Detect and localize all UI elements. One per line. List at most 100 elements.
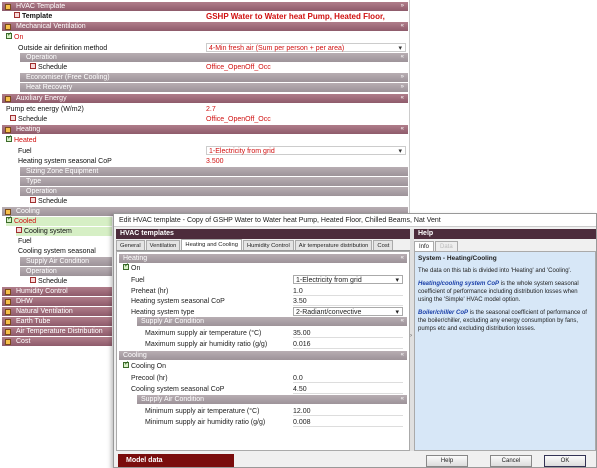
cooled-check[interactable]: Cooled [6,215,112,226]
tab-heating-cooling[interactable]: Heating and Cooling [181,239,242,250]
section-label: Mechanical Ventilation [16,23,86,30]
tab-general[interactable]: General [116,240,145,250]
section-cost[interactable]: Cost [2,337,112,346]
pump-energy-value[interactable]: 2.7 [206,105,216,114]
collapse-icon[interactable]: « [401,22,404,31]
folder-icon [5,319,11,325]
aux-schedule-value[interactable]: Office_OpenOff_Occ [206,115,271,124]
sub-operation[interactable]: Operation « [20,53,408,62]
tab-data[interactable]: Data [435,241,458,251]
section-mechanical-ventilation[interactable]: Mechanical Ventilation « [2,22,408,31]
heating-type-dropdown[interactable]: 2-Radiant/convective [293,307,403,317]
heating-header[interactable]: Heating « [119,254,407,263]
sub-economiser[interactable]: Economiser (Free Cooling) » [20,73,408,82]
min-temp-input[interactable]: 12.00 [293,407,403,416]
cancel-button[interactable]: Cancel [490,455,532,467]
oa-method-dropdown[interactable]: 4-Min fresh air (Sum per person + per ar… [206,43,406,52]
collapse-icon[interactable]: « [401,53,404,62]
heating-header-label: Heating [123,255,148,262]
folder-icon [5,299,11,305]
tab-ventilation[interactable]: Ventilation [145,240,181,250]
checkbox-icon[interactable] [6,134,12,143]
ok-button[interactable]: OK [544,455,586,467]
min-temp-label: Minimum supply air temperature (°C) [145,408,260,415]
checkbox-icon[interactable] [123,262,129,271]
help-paragraph: Heating/cooling system CoP is the whole … [418,280,592,304]
cooling-cop-input[interactable]: 4.50 [293,385,403,394]
bg-fuel-dropdown[interactable]: 1-Electricity from grid ▾ [206,146,406,155]
checkbox-icon[interactable] [123,360,129,369]
mv-on-check[interactable]: On [6,31,23,42]
subheader-label: Supply Air Condition [141,318,205,325]
fuel-dropdown[interactable]: 1-Electricity from grid [293,275,403,285]
collapse-icon[interactable]: » [401,83,404,92]
section-label: Natural Ventilation [16,308,73,315]
template-row: Template [14,12,52,21]
cooling-supply-air-header[interactable]: Supply Air Condition « [137,395,407,404]
sub-sizing[interactable]: Sizing Zone Equipment [20,167,408,176]
bg-fuel-value: 1-Electricity from grid [209,148,275,155]
checkbox-icon[interactable] [6,31,12,40]
preheat-input[interactable]: 1.0 [293,287,403,296]
heating-supply-air-header[interactable]: Supply Air Condition « [137,317,407,326]
folder-icon [5,209,11,215]
section-humidity[interactable]: Humidity Control [2,287,112,296]
section-heating[interactable]: Heating « [2,125,408,134]
heating-on-label: On [131,265,141,272]
schedule-label: Schedule [38,278,68,285]
collapse-icon[interactable]: « [401,254,404,263]
section-earth-tube[interactable]: Earth Tube [2,317,112,326]
template-icon [14,12,20,19]
folder-icon [5,24,11,30]
cooled-label: Cooled [14,218,37,225]
template-value[interactable]: GSHP Water to Water heat Pump, Heated Fl… [206,12,385,21]
cooling-system-row[interactable]: Cooling system [16,227,112,236]
max-humidity-input[interactable]: 0.016 [293,340,403,349]
mv-schedule-value[interactable]: Office_OpenOff_Occ [206,63,271,72]
sub-operation-heating[interactable]: Operation [20,187,408,196]
collapse-icon[interactable]: » [401,73,404,82]
sub-operation-cooling[interactable]: Operation [20,267,112,276]
section-air-temp-dist[interactable]: Air Temperature Distribution [2,327,112,336]
section-dhw[interactable]: DHW [2,297,112,306]
oa-method-value: 4-Min fresh air (Sum per person + per ar… [209,45,345,52]
cooling-on-check[interactable]: Cooling On [123,360,166,371]
bg-heating-cop-value[interactable]: 3.500 [206,157,224,166]
tab-cost[interactable]: Cost [373,240,394,250]
collapse-icon[interactable]: « [401,317,404,326]
collapse-icon[interactable]: « [401,94,404,103]
chevron-down-icon: ▾ [398,148,402,155]
heating-cop-input[interactable]: 3.50 [293,297,403,306]
cooling-header[interactable]: Cooling « [119,351,407,360]
collapse-icon[interactable]: « [401,351,404,360]
bg-heating-cop-label: Heating system seasonal CoP [18,158,112,165]
tab-air-temp-distribution[interactable]: Air temperature distribution [294,240,373,250]
precool-label: Precool (hr) [131,375,168,382]
sub-type[interactable]: Type [20,177,408,186]
section-auxiliary-energy[interactable]: Auxiliary Energy « [2,94,408,103]
section-hvac-template[interactable]: HVAC Template » [2,2,408,11]
section-label: Air Temperature Distribution [16,328,103,335]
fuel-label: Fuel [131,277,145,284]
chevron-down-icon: ▾ [398,45,402,52]
checkbox-icon[interactable] [6,215,12,224]
max-temp-input[interactable]: 35.00 [293,329,403,338]
schedule-label: Schedule [38,198,68,205]
model-data-button[interactable]: Model data [118,454,234,467]
tab-humidity-control[interactable]: Humidity Control [242,240,294,250]
min-humidity-input[interactable]: 0.008 [293,418,403,427]
collapse-icon[interactable]: » [401,2,404,11]
heating-on-check[interactable]: On [123,262,141,273]
tab-info[interactable]: Info [414,241,435,251]
sub-supply-air[interactable]: Supply Air Condition [20,257,112,266]
cool-schedule-row: Schedule [30,277,67,286]
section-natural-ventilation[interactable]: Natural Ventilation [2,307,112,316]
collapse-icon[interactable]: « [401,395,404,404]
schedule-icon [10,115,16,122]
sub-heat-recovery[interactable]: Heat Recovery » [20,83,408,92]
collapse-icon[interactable]: « [401,125,404,134]
mv-schedule-row: Schedule [30,63,67,72]
precool-input[interactable]: 0.0 [293,374,403,383]
heated-check[interactable]: Heated [6,134,37,145]
help-button[interactable]: Help [426,455,468,467]
